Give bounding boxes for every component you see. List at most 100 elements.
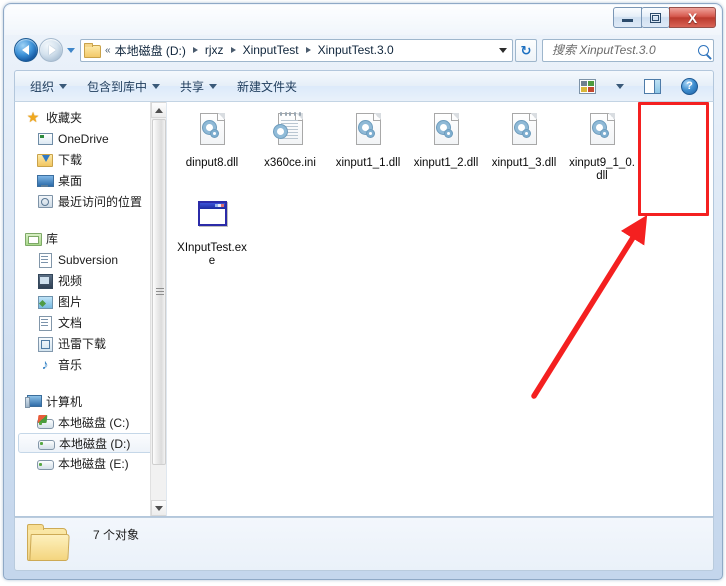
help-button[interactable]: ? [671, 74, 708, 99]
change-view-button[interactable] [569, 75, 606, 98]
sidebar-item-favorites[interactable]: ★ 收藏夹 [15, 107, 166, 128]
dll-file-icon [195, 112, 229, 154]
breadcrumb: « 本地磁盘 (D:) rjxz XinputTest XinputTest.3… [104, 42, 494, 59]
minimize-button[interactable] [613, 7, 642, 28]
file-item-xinputtest-exe[interactable]: XInputTest.exe [175, 197, 249, 268]
toolbar-new-folder-button[interactable]: 新建文件夹 [227, 74, 307, 99]
sidebar-item-label: OneDrive [58, 131, 109, 146]
nav-group-libraries: 库 Subversion 视频 图片 文档 迅雷下载 ♪ 音乐 [15, 228, 166, 375]
address-bar[interactable]: « 本地磁盘 (D:) rjxz XinputTest XinputTest.3… [80, 38, 513, 62]
sidebar-item-label: Subversion [58, 252, 119, 267]
sidebar-item-label: 本地磁盘 (C:) [58, 416, 130, 430]
sidebar-item-music[interactable]: ♪ 音乐 [15, 354, 166, 375]
window-controls: X [613, 7, 716, 28]
sidebar-item-drive-e[interactable]: 本地磁盘 (E:) [15, 453, 166, 474]
libraries-icon [25, 231, 42, 246]
change-view-dropdown[interactable] [606, 80, 634, 93]
sidebar-item-label: 迅雷下载 [58, 337, 107, 351]
minimize-icon [622, 19, 633, 22]
navigation-pane-scrollbar[interactable] [150, 102, 166, 516]
breadcrumb-separator-icon[interactable] [305, 47, 311, 53]
search-box[interactable] [542, 38, 714, 62]
music-icon: ♪ [41, 356, 49, 372]
sidebar-item-documents[interactable]: 文档 [15, 312, 166, 333]
sidebar-item-desktop[interactable]: 桌面 [15, 170, 166, 191]
file-item-xinput1-3-dll[interactable]: xinput1_3.dll [487, 112, 561, 183]
breadcrumb-item-0[interactable]: 本地磁盘 (D:) [112, 42, 189, 59]
maximize-icon [650, 12, 661, 23]
drive-c-icon [37, 415, 54, 430]
sidebar-item-drive-c[interactable]: 本地磁盘 (C:) [15, 412, 166, 433]
scroll-down-button[interactable] [151, 500, 166, 516]
toolbar-new-folder-label: 新建文件夹 [237, 79, 298, 94]
file-item-dinput8-dll[interactable]: dinput8.dll [175, 112, 249, 183]
dll-file-icon [585, 112, 619, 154]
back-button[interactable] [14, 38, 38, 62]
exe-file-icon [195, 197, 229, 239]
chevron-up-icon [155, 107, 163, 113]
breadcrumb-item-2[interactable]: XinputTest [240, 43, 302, 57]
scrollbar-thumb[interactable] [152, 119, 166, 465]
sidebar-item-label: 桌面 [58, 174, 83, 188]
address-dropdown-button[interactable] [494, 40, 512, 61]
file-name-label: xinput1_3.dll [491, 157, 557, 169]
sidebar-item-onedrive[interactable]: OneDrive [15, 128, 166, 149]
file-list-pane[interactable]: dinput8.dll x360ce.ini xinput1_1.dll xin… [167, 102, 713, 516]
content-area: ★ 收藏夹 OneDrive 下载 桌面 最近访问的位置 库 Subversio… [14, 101, 714, 517]
breadcrumb-separator-icon[interactable] [192, 47, 198, 53]
chevron-down-icon [59, 83, 68, 89]
file-name-label: xinput9_1_0.dll [569, 157, 635, 182]
recent-locations-button[interactable] [63, 38, 78, 62]
sidebar-item-libraries[interactable]: 库 [15, 228, 166, 249]
chevron-down-icon [209, 83, 218, 89]
sidebar-item-downloads[interactable]: 下载 [15, 149, 166, 170]
title-bar[interactable]: X [4, 4, 722, 34]
sidebar-item-videos[interactable]: 视频 [15, 270, 166, 291]
sidebar-item-drive-d[interactable]: 本地磁盘 (D:) [18, 433, 163, 453]
sidebar-item-xunlei-downloads[interactable]: 迅雷下载 [15, 333, 166, 354]
videos-icon [37, 273, 53, 289]
refresh-button[interactable]: ↻ [515, 38, 537, 62]
show-preview-pane-button[interactable] [634, 75, 671, 98]
file-name-label: x360ce.ini [264, 157, 316, 169]
recent-places-icon [37, 194, 53, 209]
file-item-x360ce-ini[interactable]: x360ce.ini [253, 111, 327, 183]
window-frame: X « 本地磁盘 (D:) rjxz XinputTest XinputTest… [3, 3, 723, 580]
folder-icon [25, 524, 71, 564]
help-icon: ? [681, 77, 698, 95]
breadcrumb-separator-icon[interactable] [230, 47, 236, 53]
navigation-pane: ★ 收藏夹 OneDrive 下载 桌面 最近访问的位置 库 Subversio… [15, 102, 167, 516]
refresh-icon: ↻ [520, 42, 532, 58]
sidebar-item-label: 图片 [58, 295, 83, 309]
dll-file-icon [507, 112, 541, 154]
maximize-button[interactable] [641, 7, 670, 28]
toolbar-share-button[interactable]: 共享 [170, 74, 227, 99]
sidebar-item-subversion[interactable]: Subversion [15, 249, 166, 270]
sidebar-item-label: 本地磁盘 (D:) [59, 436, 131, 451]
file-item-xinput1-1-dll[interactable]: xinput1_1.dll [331, 112, 405, 183]
sidebar-item-label: 文档 [58, 316, 83, 330]
onedrive-icon [37, 131, 53, 146]
breadcrumb-item-3[interactable]: XinputTest.3.0 [315, 43, 397, 57]
scroll-up-button[interactable] [151, 102, 166, 118]
file-item-xinput9-1-0-dll[interactable]: xinput9_1_0.dll [565, 112, 639, 183]
file-item-xinput1-2-dll[interactable]: xinput1_2.dll [409, 112, 483, 183]
pictures-icon [37, 294, 53, 309]
toolbar-organize-label: 组织 [30, 79, 55, 94]
close-button[interactable]: X [669, 7, 716, 28]
sidebar-item-recent-places[interactable]: 最近访问的位置 [15, 191, 166, 212]
file-name-label: xinput1_1.dll [335, 157, 401, 169]
toolbar-include-in-library-button[interactable]: 包含到库中 [77, 74, 170, 99]
sidebar-item-computer[interactable]: 计算机 [15, 391, 166, 412]
toolbar-share-label: 共享 [180, 79, 205, 94]
forward-button[interactable] [39, 38, 63, 62]
sidebar-item-pictures[interactable]: 图片 [15, 291, 166, 312]
breadcrumb-overflow[interactable]: « [104, 45, 112, 56]
ini-file-icon [273, 111, 307, 154]
explorer-window-screenshot: X « 本地磁盘 (D:) rjxz XinputTest XinputTest… [0, 0, 726, 586]
item-count-label: 7 个对象 [93, 528, 140, 542]
computer-icon [25, 394, 42, 409]
search-input[interactable] [550, 42, 695, 58]
toolbar-organize-button[interactable]: 组织 [20, 74, 77, 99]
breadcrumb-item-1[interactable]: rjxz [202, 43, 227, 57]
